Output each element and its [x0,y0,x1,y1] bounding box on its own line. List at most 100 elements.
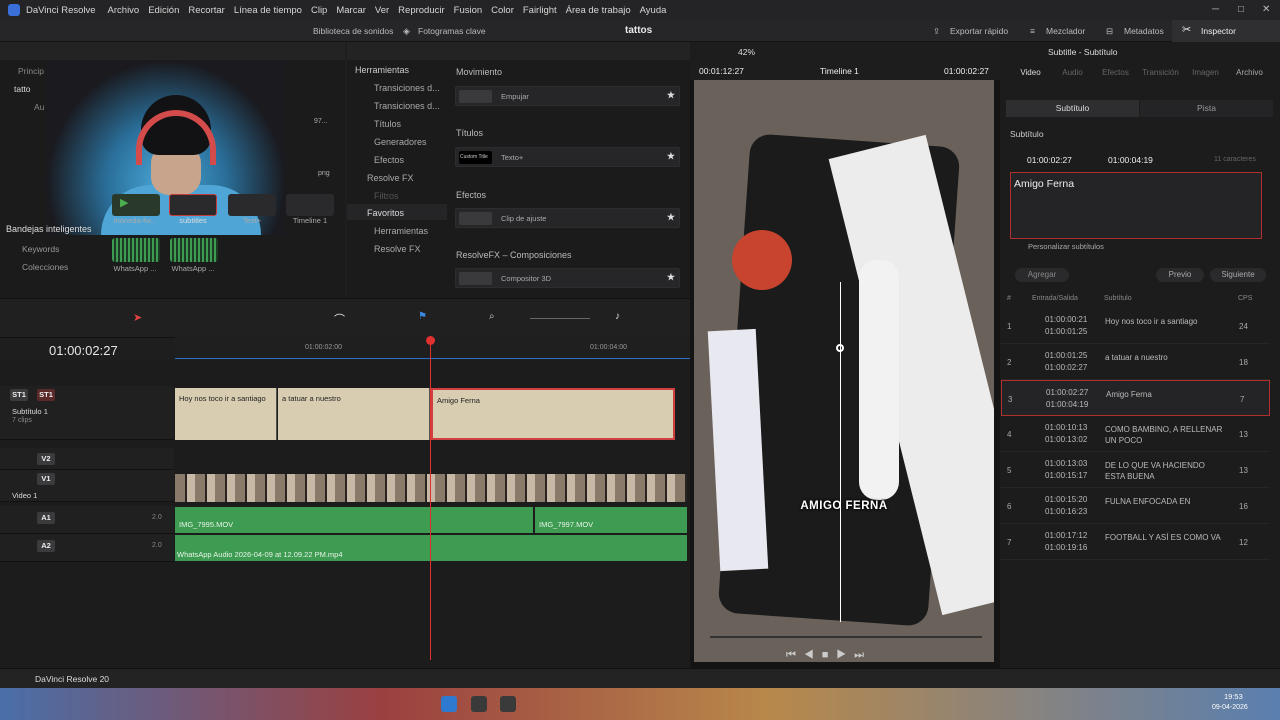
subtitle-row[interactable]: 1 01:00:00:21 01:00:01:25 Hoy nos toco ir a… [1001,308,1270,344]
transform-handle[interactable] [836,344,844,352]
menu-edicion[interactable]: Edición [148,5,179,16]
video-clip-strip[interactable] [175,474,687,502]
audio-clip[interactable]: IMG_7997.MOV [535,507,687,533]
favorites-header[interactable]: Favoritos [347,204,447,220]
fx-tree-item[interactable]: Herramientas [355,65,409,75]
clip-thumb-textplus[interactable] [228,194,276,216]
fx-tree-item[interactable]: Generadores [374,137,427,147]
volume-icon[interactable]: ♪ [615,311,620,322]
fx-tree-item[interactable]: Efectos [374,155,404,165]
fx-tree-item[interactable]: Transiciones d... [374,83,440,93]
track-badge[interactable]: ST1 [10,389,28,401]
fx-card-clip-ajuste[interactable]: Clip de ajuste ★ [455,208,680,228]
subtitle-row[interactable]: 6 01:00:15:20 01:00:16:23 FULNA ENFOCADA EN… [1001,488,1270,524]
video-frame[interactable]: AMIGO FERNA [694,80,994,662]
smart-bin-collections[interactable]: Colecciones [22,262,68,272]
audio-clip[interactable]: WhatsApp Audio 2026-04-09 at 12.09.22 PM… [175,535,687,561]
zoom-icon[interactable]: ⌕ [489,311,495,322]
track-badge[interactable]: V1 [37,473,55,485]
track-badge[interactable]: A2 [37,540,55,552]
menu-recortar[interactable]: Recortar [188,5,224,16]
tab-efectos[interactable]: Efectos [1093,68,1138,77]
subtab-pista[interactable]: Pista [1140,100,1273,117]
track-badge[interactable]: A1 [37,512,55,524]
tab-imagen[interactable]: Imagen [1183,68,1228,77]
subtitle-row[interactable]: 7 01:00:17:12 01:00:19:16 FOOTBALL Y ASÍ ES… [1001,524,1270,560]
scrub-bar[interactable] [710,636,982,638]
fx-section-movimiento[interactable]: Movimiento [456,67,502,77]
fx-tree-item[interactable]: Títulos [374,119,401,129]
zoom-slider[interactable] [530,318,590,319]
fx-section-efectos[interactable]: Efectos [456,190,486,200]
snap-icon[interactable]: ⌒ [334,311,345,327]
subtab-subtitulo[interactable]: Subtítulo [1006,100,1139,117]
fx-card-compositor[interactable]: Compositor 3D ★ [455,268,680,288]
playhead[interactable] [430,336,431,660]
metadata-button[interactable]: Metadatos [1124,26,1164,36]
menu-ver[interactable]: Ver [375,5,389,16]
tab-archivo[interactable]: Archivo [1227,68,1272,77]
tab-audio[interactable]: Audio [1050,68,1095,77]
maximize-icon[interactable]: □ [1238,4,1244,15]
subtitle-text-field[interactable]: Amigo Ferna [1010,172,1262,239]
menu-clip[interactable]: Clip [311,5,327,16]
clip-thumb-audio[interactable] [112,238,160,262]
fx-card-textplus[interactable]: Custom Title Texto+ ★ [455,147,680,167]
flag-icon[interactable]: ⚑ [418,311,427,322]
tab-transicion[interactable]: Transición [1138,68,1183,77]
star-icon[interactable]: ★ [667,212,675,223]
zoom-level[interactable]: 42% [738,47,755,57]
smart-bin-keywords[interactable]: Keywords [22,244,59,254]
search-icon[interactable] [471,696,487,712]
keyframes-button[interactable]: Fotogramas clave [418,26,486,36]
fx-tree-item[interactable]: Transiciones d... [374,101,440,111]
transport-controls[interactable]: ⏮◀■▶⏭ [786,649,872,662]
windows-start-icon[interactable] [441,696,457,712]
star-icon[interactable]: ★ [667,90,675,101]
close-icon[interactable]: ✕ [1262,4,1270,15]
fx-tree-item[interactable]: Filtros [374,191,399,201]
fx-section-resolvefx[interactable]: ResolveFX – Composiciones [456,250,572,260]
menu-linea-de-tiempo[interactable]: Línea de tiempo [234,5,302,16]
clip-thumb-subtitles[interactable] [169,194,217,216]
track-badge[interactable]: ST1 [37,389,55,401]
bin-tatto[interactable]: tatto [14,84,31,94]
fav-item[interactable]: Resolve FX [374,244,421,254]
menu-area-de-trabajo[interactable]: Área de trabajo [566,5,631,16]
menu-reproducir[interactable]: Reproducir [398,5,444,16]
playhead-handle[interactable] [426,336,435,345]
select-tool-icon[interactable]: ➤ [133,311,142,324]
quick-export-button[interactable]: Exportar rápido [950,26,1008,36]
out-timecode[interactable]: 01:00:04:19 [1108,155,1153,165]
mixer-button[interactable]: Mezclador [1046,26,1085,36]
menu-archivo[interactable]: Archivo [108,5,140,16]
fav-item[interactable]: Herramientas [374,226,428,236]
tab-video[interactable]: Video [1008,68,1053,77]
add-button[interactable]: Agregar [1015,268,1069,282]
in-timecode[interactable]: 01:00:02:27 [1027,155,1072,165]
clip-thumb-audio[interactable] [170,238,218,262]
fx-tree-item[interactable]: Resolve FX [367,173,414,183]
minimize-icon[interactable]: ─ [1212,4,1219,15]
sound-library-button[interactable]: Biblioteca de sonidos [313,26,393,36]
menu-fusion[interactable]: Fusion [454,5,483,16]
subtitle-row[interactable]: 3 01:00:02:27 01:00:04:19 Amigo Ferna 7 [1001,380,1270,416]
bin-master[interactable]: Princip [18,66,44,76]
customize-subtitles-checkbox[interactable]: Personalizar subtítulos [1028,242,1104,251]
audio-clip[interactable]: IMG_7995.MOV [175,507,533,533]
clip-thumb-moneda[interactable]: ▶ [112,194,160,216]
next-button[interactable]: Siguiente [1210,268,1266,282]
subtitle-row[interactable]: 5 01:00:13:03 01:00:15:17 DE LO QUE VA HACI… [1001,452,1270,488]
track-badge[interactable]: V2 [37,453,55,465]
menu-marcar[interactable]: Marcar [336,5,366,16]
prev-button[interactable]: Previo [1156,268,1204,282]
subtitle-clip[interactable]: a tatuar a nuestro [278,388,430,440]
timeline-selector[interactable]: Timeline 1 [820,66,859,76]
subtitle-row[interactable]: 4 01:00:10:13 01:00:13:02 COMO BAMBINO, A R… [1001,416,1270,452]
menu-color[interactable]: Color [491,5,514,16]
subtitle-row[interactable]: 2 01:00:01:25 01:00:02:27 a tatuar a nuestr… [1001,344,1270,380]
menu-ayuda[interactable]: Ayuda [640,5,667,16]
subtitle-clip-selected[interactable]: Amigo Ferna [431,388,675,440]
star-icon[interactable]: ★ [667,151,675,162]
fx-card-empujar[interactable]: Empujar ★ [455,86,680,106]
